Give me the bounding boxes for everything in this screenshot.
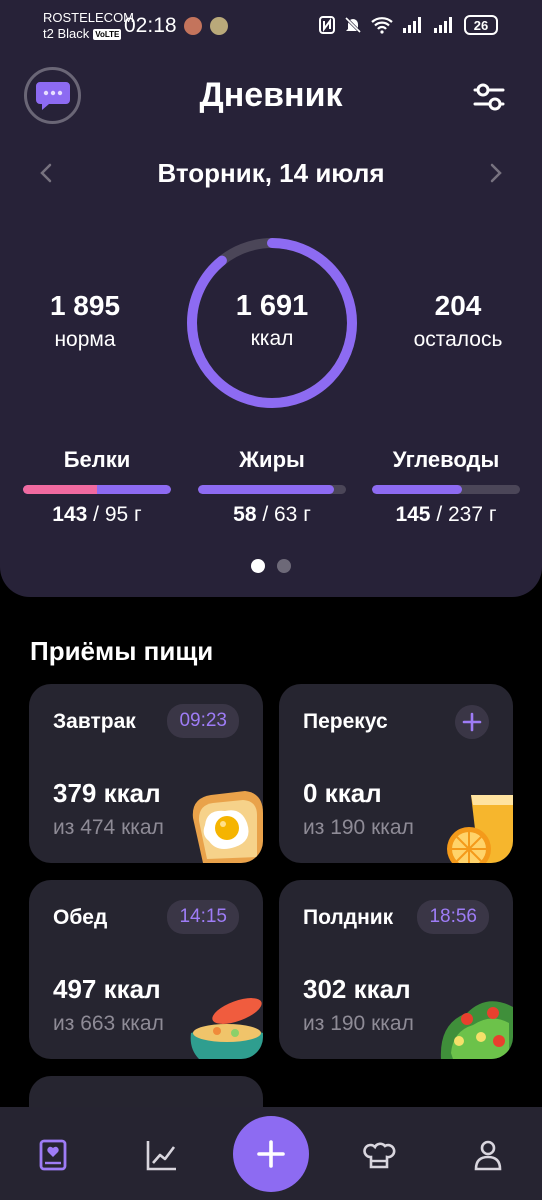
meal-time-badge: 14:15 [167,900,239,934]
calorie-norm: 1 895 норма [10,290,160,352]
profile-icon[interactable] [470,1137,506,1173]
macro-values: 145 / 237 г [372,503,520,527]
macro-goal: / 237 г [430,503,497,526]
macro-name: Белки [63,447,131,472]
mute-icon [344,16,362,34]
norm-value: 1 895 [49,290,121,321]
meal-target: из 474 ккал [53,816,164,839]
wifi-icon [371,17,393,34]
page-indicator [0,559,542,573]
macro-bar [198,485,346,494]
eaten-calories: 1 691 ккал [185,290,359,351]
macro-name: Жиры [239,447,305,472]
meal-target: из 190 ккал [303,816,414,839]
diary-icon[interactable] [35,1137,71,1173]
page-title: Дневник [199,76,343,114]
meal-card-lunch[interactable]: Обед 14:15 497 ккал из 663 ккал [29,880,263,1059]
macro-bar-over [23,485,97,494]
remaining-value: 204 [434,290,482,321]
meal-name: Обед [53,906,108,929]
soup-pot-icon [190,998,263,1059]
macro-goal: / 95 г [87,503,142,526]
carrier-plan: t2 Black [43,26,90,41]
meal-time-badge: 18:56 [417,900,489,934]
page-dot[interactable] [251,559,265,573]
notification-icon [210,17,228,35]
date-navigator: Вторник, 14 июля [0,156,542,190]
meal-card-snack[interactable]: Перекус 0 ккал из 190 ккал [279,684,513,863]
plus-icon[interactable] [455,705,489,739]
status-icons: 26 [319,15,498,35]
add-food-button[interactable] [233,1116,309,1192]
meal-card-afternoon-snack[interactable]: Полдник 18:56 302 ккал из 190 ккал [279,880,513,1059]
eaten-unit: ккал [250,327,294,350]
carrier-info: ROSTELECOM t2 Black VoLTE [43,10,134,42]
status-time: 02:18 [124,14,177,37]
macro-current: 143 [52,503,88,526]
signal-icon [403,17,421,33]
meal-kcal: 302 ккал [303,974,411,1004]
meal-target: из 190 ккал [303,1012,414,1035]
meal-kcal: 0 ккал [303,778,382,808]
battery-icon: 26 [464,15,498,35]
chevron-right-icon[interactable] [484,162,506,184]
remaining-label: осталось [413,328,503,351]
macro-current: 145 [395,503,431,526]
page-dot[interactable] [277,559,291,573]
status-bar: ROSTELECOM t2 Black VoLTE 02:18 26 [0,0,542,52]
macro-bar [23,485,171,494]
norm-label: норма [54,328,116,351]
signal-icon [434,17,452,33]
macro-carbs: Углеводы 145 / 237 г [372,447,520,527]
meal-name: Завтрак [53,710,136,733]
recipes-icon[interactable] [361,1137,397,1173]
current-date[interactable]: Вторник, 14 июля [0,158,542,189]
meal-kcal: 497 ккал [53,974,161,1004]
macro-name: Углеводы [392,447,500,472]
nfc-icon [319,16,335,34]
add-icon [257,1140,285,1168]
macro-bar-fill [198,485,335,494]
meal-card-breakfast[interactable]: Завтрак 09:23 379 ккал из 474 ккал [29,684,263,863]
meals-section-title: Приёмы пищи [30,636,214,666]
macro-current: 58 [233,503,257,526]
diary-header-panel: ROSTELECOM t2 Black VoLTE 02:18 26 Дневни… [0,0,542,597]
stats-icon[interactable] [144,1137,180,1173]
carrier-name: ROSTELECOM [43,10,135,25]
volte-badge: VoLTE [93,28,122,40]
juice-glass-icon [447,795,513,863]
notification-icon [184,17,202,35]
meal-name: Полдник [303,906,394,929]
toast-egg-icon [192,791,263,863]
meal-kcal: 379 ккал [53,778,161,808]
meal-time-badge: 09:23 [167,704,239,738]
filter-settings-icon[interactable] [472,82,506,112]
salad-icon [440,1001,513,1059]
calories-remaining: 204 осталось [383,290,533,352]
macro-fat: Жиры 58 / 63 г [198,447,346,527]
macro-values: 143 / 95 г [23,503,171,527]
macro-protein: Белки 143 / 95 г [23,447,171,527]
meal-name: Перекус [303,710,388,733]
macro-bar-fill [372,485,463,494]
eaten-value: 1 691 [235,290,309,322]
macro-bar [372,485,520,494]
macro-goal: / 63 г [256,503,311,526]
macro-values: 58 / 63 г [198,503,346,527]
meal-target: из 663 ккал [53,1012,164,1035]
